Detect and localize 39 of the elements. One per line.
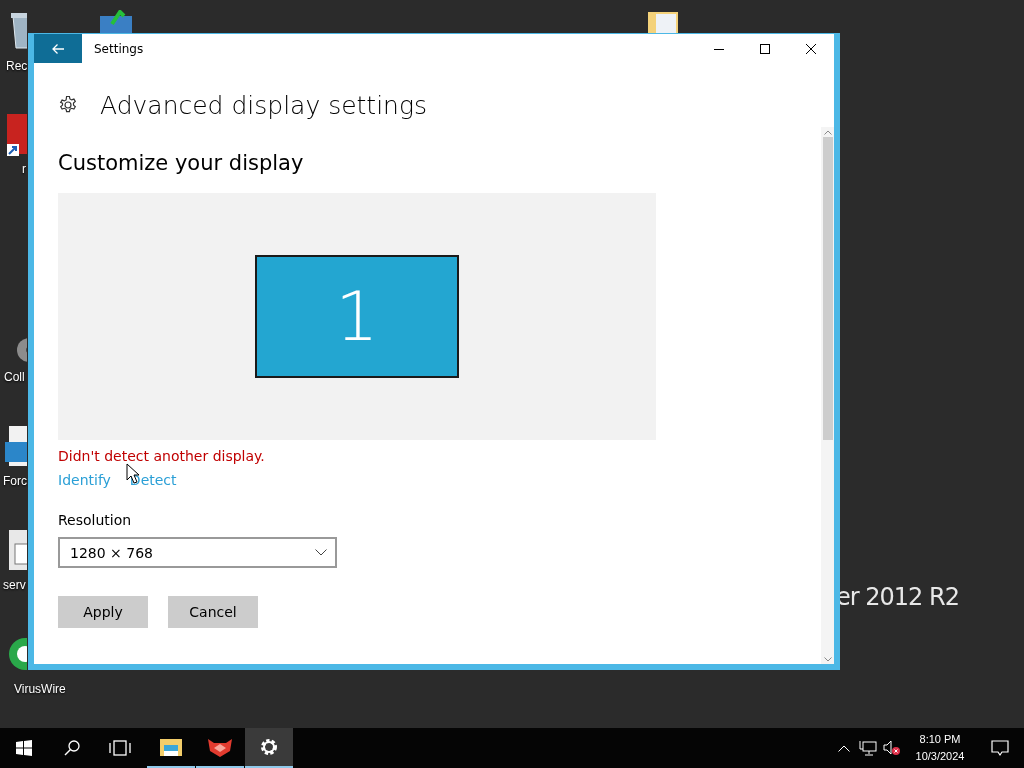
muted-speaker-icon bbox=[883, 740, 901, 756]
scroll-down-icon bbox=[823, 657, 832, 662]
windows-logo-icon bbox=[16, 740, 32, 756]
dialog-button[interactable]: Cancel bbox=[168, 596, 258, 628]
search-icon bbox=[64, 740, 80, 756]
network-icon bbox=[859, 740, 877, 756]
clock[interactable]: 8:10 PM 10/3/2024 bbox=[904, 728, 976, 768]
page-title: Advanced display settings bbox=[100, 90, 427, 120]
dialog-button[interactable]: Apply bbox=[58, 596, 148, 628]
settings-icon bbox=[259, 737, 279, 757]
folder-icon bbox=[159, 737, 183, 757]
field-label: Resolution bbox=[58, 512, 132, 528]
app-icon[interactable] bbox=[5, 424, 27, 468]
speech-bubble-icon bbox=[991, 739, 1009, 757]
desktop-icon-label: r bbox=[22, 162, 26, 176]
close-icon bbox=[806, 43, 816, 54]
maximize-icon bbox=[760, 43, 770, 54]
resolution-dropdown[interactable]: 1280 × 768 bbox=[58, 537, 337, 568]
desktop-icon-label: Rec bbox=[6, 59, 28, 73]
error-message: Didn't detect another display. bbox=[58, 448, 265, 464]
desktop-icon-label: VirusWire bbox=[14, 682, 66, 696]
desktop-icon-label: Coll bbox=[4, 370, 25, 384]
scroll-up-icon bbox=[823, 130, 832, 135]
back-arrow-icon bbox=[51, 42, 65, 55]
chevron-down-icon bbox=[315, 549, 327, 556]
app-shortcut-icon[interactable] bbox=[5, 112, 27, 156]
mask-app-icon bbox=[207, 737, 233, 757]
desktop-icon-label: Forc bbox=[3, 474, 27, 488]
back-button[interactable] bbox=[34, 34, 82, 63]
taskbar-app-button[interactable] bbox=[245, 728, 293, 768]
caret-up-icon bbox=[838, 744, 850, 752]
settings-icon bbox=[58, 95, 78, 115]
scrollbar[interactable] bbox=[821, 127, 834, 664]
desktop-icon-label: serv bbox=[3, 578, 26, 592]
window-title: Settings bbox=[94, 41, 145, 56]
folder-icon[interactable] bbox=[646, 10, 680, 34]
task-view-icon bbox=[109, 740, 131, 756]
app-icon[interactable] bbox=[98, 10, 134, 34]
section-title: Customize your display bbox=[58, 151, 304, 175]
